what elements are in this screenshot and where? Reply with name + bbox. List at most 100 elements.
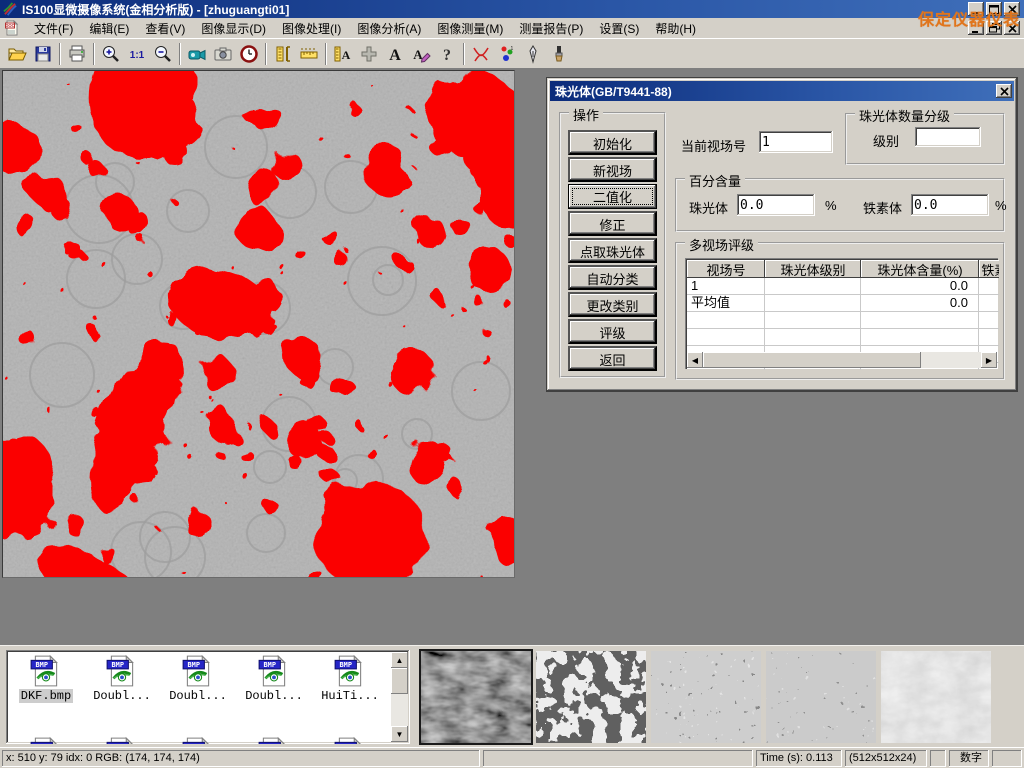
bmp-file-icon: BMP bbox=[237, 736, 311, 744]
menu-item-6[interactable]: 图像测量(M) bbox=[429, 18, 511, 39]
scroll-left-icon[interactable]: ◀ bbox=[687, 352, 703, 368]
count-marks-icon[interactable]: 1 bbox=[494, 41, 520, 67]
op-button-1[interactable]: 新视场 bbox=[568, 157, 657, 182]
file-item-1[interactable]: BMPDoubl... bbox=[85, 654, 159, 703]
op-button-7[interactable]: 评级 bbox=[568, 319, 657, 344]
menu-item-5[interactable]: 图像分析(A) bbox=[349, 18, 429, 39]
svg-text:BMP: BMP bbox=[36, 661, 48, 669]
image-thumbnail-4[interactable] bbox=[881, 651, 991, 743]
ruler-icon[interactable] bbox=[296, 41, 322, 67]
scroll-down-icon[interactable]: ▼ bbox=[391, 726, 408, 742]
document-icon: DOC bbox=[4, 20, 20, 36]
scrollbar-thumb[interactable] bbox=[703, 352, 921, 368]
file-item-4[interactable]: BMPHuiTi... bbox=[313, 654, 387, 703]
menu-item-7[interactable]: 测量报告(P) bbox=[511, 18, 591, 39]
file-item-row2-3[interactable]: BMP bbox=[237, 736, 311, 744]
svg-text:BMP: BMP bbox=[188, 743, 200, 744]
current-field-input[interactable] bbox=[759, 131, 833, 153]
video-camera-icon[interactable] bbox=[184, 41, 210, 67]
help-icon[interactable]: ? bbox=[434, 41, 460, 67]
actual-size-icon[interactable]: 1:1 bbox=[124, 41, 150, 67]
op-button-3[interactable]: 修正 bbox=[568, 211, 657, 236]
ferrite-percent-input[interactable] bbox=[911, 194, 989, 216]
svg-text:1: 1 bbox=[511, 46, 514, 52]
scrollbar-thumb[interactable] bbox=[391, 668, 408, 694]
table-cell: 平均值 bbox=[687, 295, 765, 311]
grade-level-input[interactable] bbox=[915, 127, 981, 147]
menu-item-9[interactable]: 帮助(H) bbox=[647, 18, 704, 39]
status-blank-1 bbox=[483, 750, 753, 767]
op-button-6[interactable]: 更改类别 bbox=[568, 292, 657, 317]
table-row[interactable]: 10.0 bbox=[687, 278, 999, 295]
multi-field-group-label: 多视场评级 bbox=[685, 235, 758, 254]
svg-text:BMP: BMP bbox=[36, 743, 48, 744]
measure-text-icon[interactable]: A bbox=[330, 41, 356, 67]
clock-icon[interactable] bbox=[236, 41, 262, 67]
scroll-up-icon[interactable]: ▲ bbox=[391, 652, 408, 668]
grid-cross-icon[interactable] bbox=[356, 41, 382, 67]
minimize-button[interactable] bbox=[968, 2, 984, 16]
table-cell: 0.0 bbox=[861, 295, 979, 311]
close-button[interactable] bbox=[1004, 2, 1020, 16]
svg-text:BMP: BMP bbox=[112, 661, 124, 669]
status-bar: x: 510 y: 79 idx: 0 RGB: (174, 174, 174)… bbox=[0, 747, 1024, 768]
save-icon[interactable] bbox=[30, 41, 56, 67]
rating-table: 视场号珠光体级别珠光体含量(%)铁素体含量(%)10.0平均值0.0 ◀ ▶ bbox=[685, 258, 999, 370]
pearlite-label: 珠光体 bbox=[689, 198, 728, 217]
brush-icon[interactable] bbox=[546, 41, 572, 67]
op-button-4[interactable]: 点取珠光体 bbox=[568, 238, 657, 263]
table-row[interactable]: 平均值 0.0 bbox=[687, 295, 999, 312]
annotate-icon[interactable]: A bbox=[408, 41, 434, 67]
curve-tool-icon[interactable] bbox=[468, 41, 494, 67]
menu-item-2[interactable]: 查看(V) bbox=[137, 18, 193, 39]
file-browser: BMPDKF.bmpBMPDoubl...BMPDoubl...BMPDoubl… bbox=[6, 650, 410, 744]
menu-item-4[interactable]: 图像处理(I) bbox=[274, 18, 349, 39]
analysis-image[interactable] bbox=[2, 70, 515, 578]
zoom-in-icon[interactable] bbox=[98, 41, 124, 67]
op-button-0[interactable]: 初始化 bbox=[568, 130, 657, 155]
file-item-row2-0[interactable]: BMP bbox=[9, 736, 83, 744]
pen-icon[interactable] bbox=[520, 41, 546, 67]
menu-item-1[interactable]: 编辑(E) bbox=[81, 18, 137, 39]
pearlite-percent-input[interactable] bbox=[737, 194, 815, 216]
dialog-close-button[interactable] bbox=[996, 84, 1012, 98]
table-row[interactable] bbox=[687, 312, 999, 329]
file-browser-scrollbar[interactable]: ▲ ▼ bbox=[391, 652, 408, 742]
file-item-row2-1[interactable]: BMP bbox=[85, 736, 159, 744]
print-icon[interactable] bbox=[64, 41, 90, 67]
file-item-row2-4[interactable]: BMP bbox=[313, 736, 387, 744]
window-title: IS100显微摄像系统(金相分析版) - [zhuguangti01] bbox=[22, 1, 289, 18]
menu-item-0[interactable]: 文件(F) bbox=[26, 18, 81, 39]
child-close-button[interactable] bbox=[1004, 21, 1020, 35]
image-thumbnail-2[interactable] bbox=[651, 651, 761, 743]
caliper-icon[interactable] bbox=[270, 41, 296, 67]
grade-level-label: 级别 bbox=[873, 131, 899, 150]
table-horizontal-scrollbar[interactable]: ◀ ▶ bbox=[687, 352, 997, 368]
file-item-0[interactable]: BMPDKF.bmp bbox=[9, 654, 83, 703]
table-cell bbox=[979, 278, 999, 294]
op-button-8[interactable]: 返回 bbox=[568, 346, 657, 371]
table-row[interactable] bbox=[687, 329, 999, 346]
file-item-3[interactable]: BMPDoubl... bbox=[237, 654, 311, 703]
toolbar-separator bbox=[93, 43, 95, 65]
menu-item-3[interactable]: 图像显示(D) bbox=[193, 18, 274, 39]
maximize-button[interactable] bbox=[986, 2, 1002, 16]
open-file-icon[interactable] bbox=[4, 41, 30, 67]
file-name: Doubl... bbox=[167, 689, 229, 703]
menu-item-8[interactable]: 设置(S) bbox=[591, 18, 647, 39]
image-thumbnail-3[interactable] bbox=[766, 651, 876, 743]
op-button-2[interactable]: 二值化 bbox=[568, 184, 657, 209]
child-restore-button[interactable] bbox=[986, 21, 1002, 35]
zoom-out-icon[interactable] bbox=[150, 41, 176, 67]
child-minimize-button[interactable] bbox=[968, 21, 984, 35]
scroll-right-icon[interactable]: ▶ bbox=[981, 352, 997, 368]
text-icon[interactable]: A bbox=[382, 41, 408, 67]
image-thumbnail-0[interactable] bbox=[421, 651, 531, 743]
table-cell: 1 bbox=[687, 278, 765, 294]
file-item-2[interactable]: BMPDoubl... bbox=[161, 654, 235, 703]
image-thumbnail-1[interactable] bbox=[536, 651, 646, 743]
camera-icon[interactable] bbox=[210, 41, 236, 67]
current-field-label: 当前视场号 bbox=[681, 136, 746, 155]
op-button-5[interactable]: 自动分类 bbox=[568, 265, 657, 290]
file-item-row2-2[interactable]: BMP bbox=[161, 736, 235, 744]
